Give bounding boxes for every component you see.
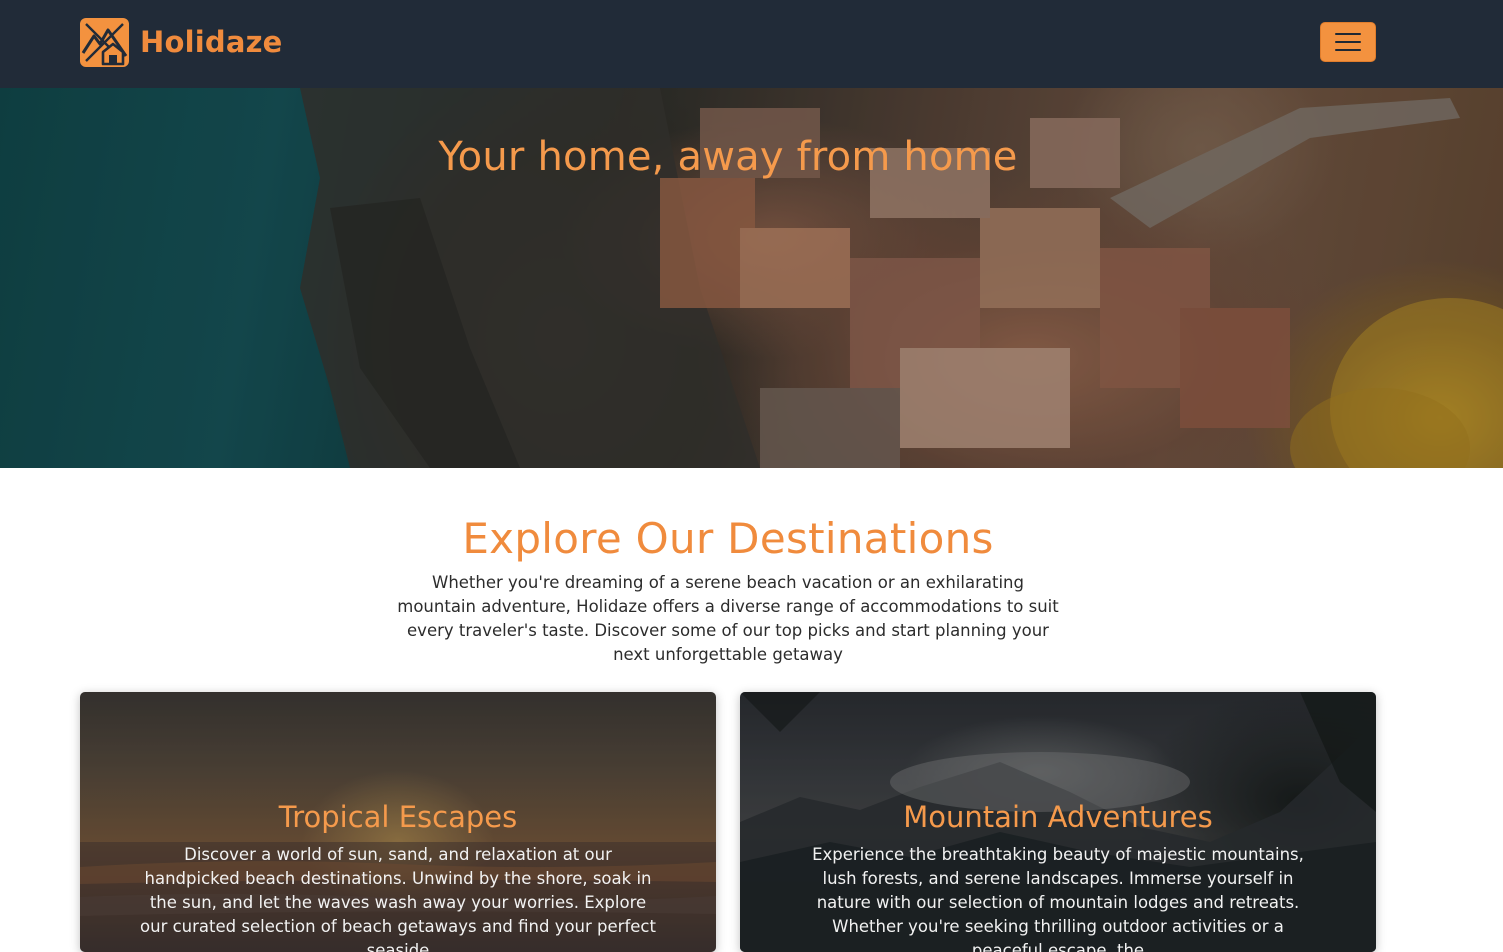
hamburger-menu-icon xyxy=(1335,33,1361,35)
hero-banner: Your home, away from home xyxy=(0,88,1503,468)
navbar: Holidaze xyxy=(0,0,1503,88)
brand-name: Holidaze xyxy=(140,25,283,59)
hamburger-menu-icon-bar xyxy=(1335,41,1361,43)
brand-home-link[interactable]: Holidaze xyxy=(80,17,283,67)
card-title: Mountain Adventures xyxy=(903,800,1213,834)
hero-title: Your home, away from home xyxy=(438,134,1018,180)
hamburger-menu-icon-bar xyxy=(1335,49,1361,51)
destination-card-tropical[interactable]: Tropical Escapes Discover a world of sun… xyxy=(80,692,716,952)
house-mountain-logo-icon xyxy=(80,17,129,67)
menu-toggle-button[interactable] xyxy=(1320,22,1376,62)
destinations-title: Explore Our Destinations xyxy=(462,514,994,563)
destination-card-mountain[interactable]: Mountain Adventures Experience the breat… xyxy=(740,692,1376,952)
destinations-intro: Whether you're dreaming of a serene beac… xyxy=(397,573,1059,664)
card-text: Discover a world of sun, sand, and relax… xyxy=(140,845,656,952)
card-title: Tropical Escapes xyxy=(278,800,518,834)
card-text: Experience the breathtaking beauty of ma… xyxy=(812,845,1304,952)
